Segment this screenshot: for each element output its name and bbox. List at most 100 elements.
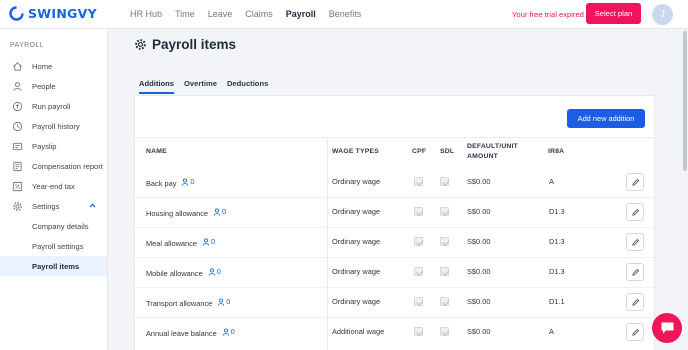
item-name: Back pay [146, 179, 177, 188]
sidebar-item-label: Payroll items [32, 261, 80, 271]
sdl-checkbox [440, 207, 449, 216]
edit-button[interactable] [626, 233, 644, 251]
item-name-cell: Back pay 0 [146, 167, 195, 197]
header-name: NAME [146, 148, 167, 155]
item-name-cell: Transport allowance 0 [146, 287, 230, 317]
item-name: Annual leave balance [146, 329, 217, 338]
nav-hr-hub[interactable]: HR Hub [130, 0, 162, 29]
top-bar: SWINGVY HR Hub Time Leave Claims Payroll… [0, 0, 688, 29]
sidebar-item-payslip[interactable]: Payslip [0, 136, 107, 156]
page-title: Payroll items [152, 37, 237, 52]
chevron-up-icon[interactable] [89, 203, 96, 208]
table-row: Back pay 0 Ordinary wage S$0.00 A [135, 167, 654, 197]
default-amount: S$0.00 [467, 267, 491, 276]
item-name: Transport allowance [146, 299, 213, 308]
assigned-users-link[interactable]: 0 [197, 227, 215, 257]
sidebar-item-payroll-history[interactable]: Payroll history [0, 116, 107, 136]
item-name-cell: Mobile allowance 0 [146, 257, 221, 287]
default-amount: S$0.00 [467, 207, 491, 216]
run-payroll-icon [12, 101, 23, 112]
chat-button[interactable] [652, 313, 682, 343]
assigned-users-link[interactable]: 0 [212, 287, 230, 317]
trial-expired-text: Your free trial expired [512, 10, 584, 19]
pencil-icon [631, 208, 639, 216]
tab-bar: Additions Overtime Deductions [139, 77, 278, 95]
home-icon [13, 62, 22, 71]
sidebar-item-year-end-tax[interactable]: Year-end tax [0, 176, 107, 196]
default-amount: S$0.00 [467, 237, 491, 246]
sdl-checkbox [440, 327, 449, 336]
pencil-icon [631, 238, 639, 246]
assigned-users-link[interactable]: 0 [208, 197, 226, 227]
assigned-users-count: 0 [226, 297, 231, 306]
sdl-checkbox [440, 297, 449, 306]
cpf-checkbox [414, 177, 423, 186]
ir8a-code: A [549, 327, 554, 336]
sidebar-item-company-details[interactable]: Company details [0, 216, 107, 236]
page-title-row: Payroll items [134, 37, 236, 52]
cpf-checkbox [414, 237, 423, 246]
sidebar-item-payroll-items[interactable]: Payroll items [0, 256, 107, 276]
people-icon [13, 82, 22, 91]
edit-button[interactable] [626, 263, 644, 281]
sidebar-item-payroll-settings[interactable]: Payroll settings [0, 236, 107, 256]
edit-button[interactable] [626, 293, 644, 311]
ir8a-code: D1.1 [549, 297, 565, 306]
wage-type: Ordinary wage [332, 177, 381, 186]
assigned-users-count: 0 [210, 237, 216, 246]
edit-button[interactable] [626, 173, 644, 191]
nav-time[interactable]: Time [175, 0, 195, 29]
default-amount: S$0.00 [467, 177, 491, 186]
table-row: Mobile allowance 0 Ordinary wage S$0.00 D1.3 [135, 257, 654, 287]
page-scrollbar[interactable] [682, 29, 688, 350]
tab-overtime[interactable]: Overtime [184, 77, 217, 94]
wage-type: Additional wage [332, 327, 385, 336]
assigned-users-link[interactable]: 0 [176, 167, 195, 197]
sidebar-item-compensation-report[interactable]: Compensation report [0, 156, 107, 176]
assigned-users-link[interactable]: 0 [203, 257, 221, 287]
payslip-icon [12, 142, 23, 151]
swingvy-logo[interactable]: SWINGVY [9, 6, 97, 21]
add-new-addition-button[interactable]: Add new addition [567, 109, 645, 128]
table-row: Housing allowance 0 Ordinary wage S$0.00 D1.… [135, 197, 654, 227]
ir8a-code: D1.3 [549, 207, 565, 216]
item-name: Housing allowance [146, 209, 209, 218]
tab-deductions[interactable]: Deductions [227, 77, 268, 94]
assigned-users-link[interactable]: 0 [217, 317, 235, 347]
wage-type: Ordinary wage [332, 297, 381, 306]
user-icon [208, 268, 215, 276]
sidebar-item-label: Settings [32, 201, 60, 211]
nav-benefits[interactable]: Benefits [329, 0, 362, 29]
table-row: Transport allowance 0 Ordinary wage S$0.00 D… [135, 287, 654, 317]
sidebar-item-label: Payslip [32, 141, 57, 151]
sidebar-item-label: Payroll history [32, 121, 80, 131]
select-plan-button[interactable]: Select plan [586, 3, 641, 24]
swingvy-logo-icon [9, 6, 24, 21]
nav-leave[interactable]: Leave [208, 0, 233, 29]
wage-type: Ordinary wage [332, 267, 381, 276]
pencil-icon [631, 178, 639, 186]
main-nav: HR Hub Time Leave Claims Payroll Benefit… [130, 0, 374, 29]
ir8a-code: A [549, 177, 554, 186]
header-wage-types: WAGE TYPES [332, 148, 379, 155]
sidebar-item-home[interactable]: Home [0, 56, 107, 76]
sidebar-item-run-payroll[interactable]: Run payroll [0, 96, 107, 116]
sidebar-item-people[interactable]: People [0, 76, 107, 96]
sidebar-item-settings[interactable]: Settings [0, 196, 107, 216]
table-row: Meal allowance 0 Ordinary wage S$0.00 D1.3 [135, 227, 654, 257]
sidebar-item-label: Run payroll [32, 101, 71, 111]
cpf-checkbox [414, 207, 423, 216]
scrollbar-thumb[interactable] [683, 31, 687, 171]
edit-button[interactable] [626, 323, 644, 341]
history-icon [12, 121, 23, 132]
sdl-checkbox [440, 267, 449, 276]
user-icon [218, 298, 225, 306]
user-icon [182, 178, 189, 186]
chat-icon [661, 322, 673, 334]
avatar[interactable]: J [652, 4, 673, 25]
tab-additions[interactable]: Additions [139, 77, 175, 94]
pencil-icon [631, 328, 639, 336]
edit-button[interactable] [626, 203, 644, 221]
nav-claims[interactable]: Claims [245, 0, 273, 29]
nav-payroll[interactable]: Payroll [286, 0, 316, 29]
